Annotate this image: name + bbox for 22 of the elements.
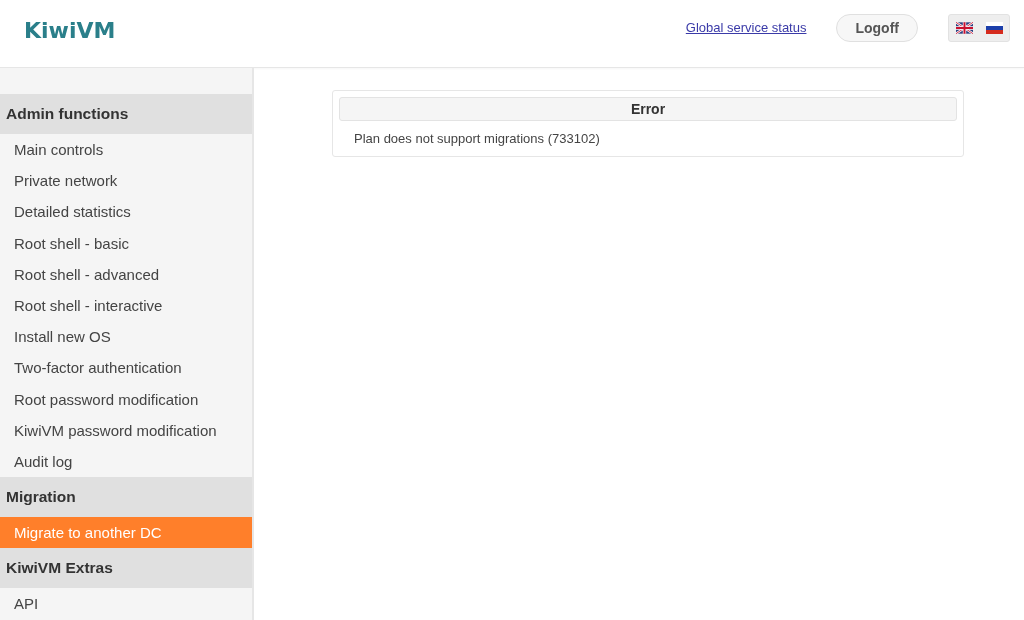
sidebar-item[interactable]: Detailed statistics bbox=[0, 196, 252, 228]
sidebar-item[interactable]: API bbox=[0, 588, 252, 620]
logo: KiwiVM bbox=[24, 18, 116, 43]
sidebar-item[interactable]: Private network bbox=[0, 165, 252, 197]
error-message: Plan does not support migrations (733102) bbox=[353, 130, 601, 146]
sidebar-item[interactable]: Root shell - interactive bbox=[0, 289, 252, 322]
logoff-button[interactable]: Logoff bbox=[836, 13, 918, 42]
sidebar-item[interactable]: Install new OS bbox=[0, 321, 252, 353]
sidebar-item[interactable]: Two-factor authentication bbox=[0, 352, 252, 384]
flag-icon[interactable] bbox=[956, 21, 973, 34]
sidebar-item[interactable]: Root shell - advanced bbox=[0, 258, 252, 290]
sidebar-item[interactable]: Main controls bbox=[0, 134, 252, 166]
sidebar-item[interactable]: Root password modification bbox=[0, 383, 252, 415]
flag-icon[interactable] bbox=[986, 21, 1003, 34]
sidebar-section-title: Admin functions bbox=[0, 94, 252, 134]
sidebar-section-title: KiwiVM Extras bbox=[0, 548, 252, 589]
sidebar-section-title: Migration bbox=[0, 477, 252, 518]
service-status-link[interactable]: Global service status bbox=[685, 20, 807, 35]
sidebar-item[interactable]: Root shell - basic bbox=[0, 227, 252, 259]
sidebar-item[interactable]: KiwiVM password modification bbox=[0, 414, 252, 446]
sidebar-item[interactable]: Audit log bbox=[0, 445, 252, 478]
error-title: Error bbox=[339, 97, 957, 121]
